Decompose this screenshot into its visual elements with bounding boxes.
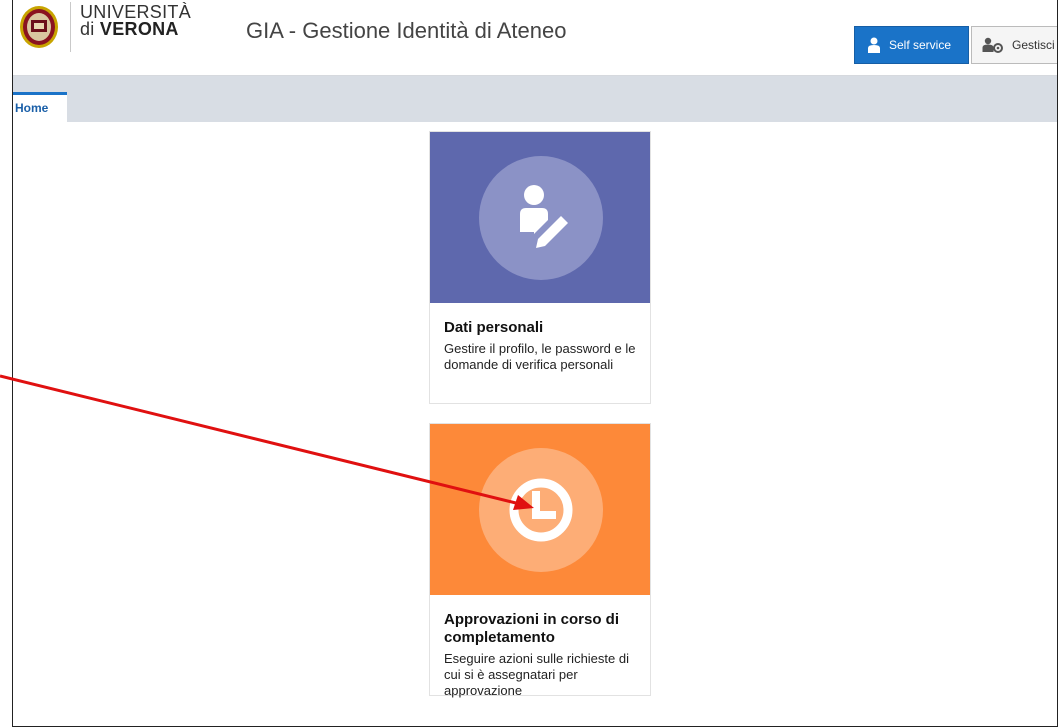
card-dati-personali[interactable]: Dati personali Gestire il profilo, le pa… [429,131,651,404]
logo-divider [70,2,71,52]
university-seal-icon [20,6,58,48]
tab-home[interactable]: Home [13,92,67,122]
tab-bar: Home [13,76,1057,122]
card-banner [430,132,650,303]
user-icon [868,37,880,53]
card-title: Dati personali [444,319,544,336]
card-approvazioni[interactable]: Approvazioni in corso di completamento E… [429,423,651,698]
gestisci-button[interactable]: Gestisci [971,26,1057,64]
gestisci-label: Gestisci [1012,38,1055,52]
self-service-label: Self service [889,38,952,52]
clock-icon [509,478,573,542]
card-banner [430,424,650,595]
user-gear-icon [982,37,1003,53]
user-edit-icon [520,185,568,248]
card-title: Approvazioni in corso di completamento [444,611,620,646]
university-prefix: di [80,19,100,39]
university-city: VERONA [99,19,179,39]
header: UNIVERSITÀ di VERONA GIA - Gestione Iden… [13,0,1057,76]
app-title: GIA - Gestione Identità di Ateneo [246,18,567,43]
card-description: Gestire il profilo, le password e le dom… [444,341,636,372]
card-description: Eseguire azioni sulle richieste di cui s… [444,651,629,698]
university-name: UNIVERSITÀ di VERONA [80,3,191,39]
app-window: UNIVERSITÀ di VERONA GIA - Gestione Iden… [12,0,1058,727]
self-service-button[interactable]: Self service [854,26,969,64]
